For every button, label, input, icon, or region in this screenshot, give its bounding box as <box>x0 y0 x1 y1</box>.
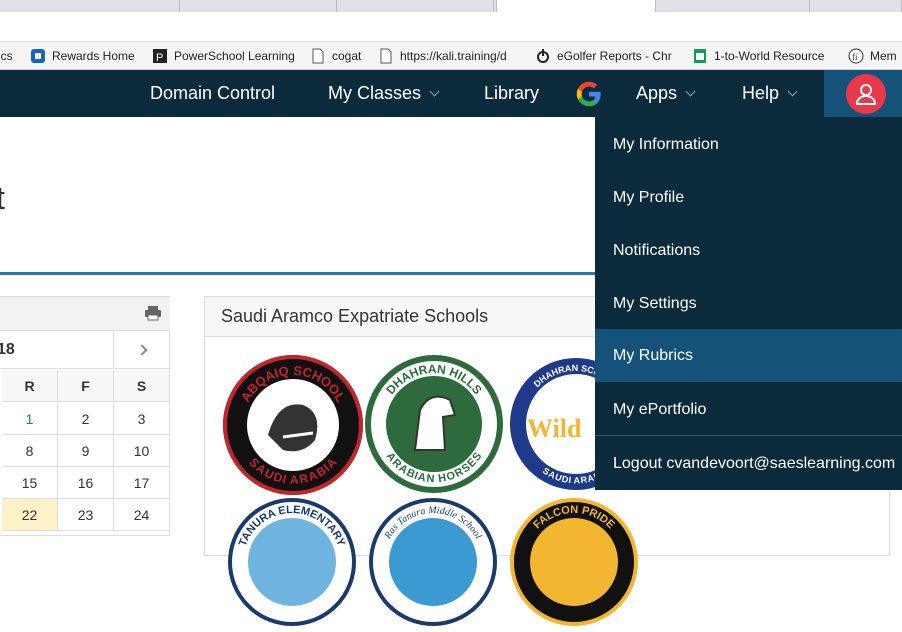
ras-tanura-middle-logo[interactable]: Ras Tanura Middle School <box>368 497 498 627</box>
svg-text:P: P <box>156 52 163 64</box>
calendar-day[interactable]: 16 <box>58 467 114 499</box>
bookmark-item[interactable]: P PowerSchool Learning <box>152 42 295 69</box>
dhahran-hills-logo[interactable]: DHAHRAN HILLS ARABIAN HORSES <box>365 355 503 493</box>
svg-text:fi: fi <box>852 52 858 62</box>
user-dropdown-menu: My Information My Profile Notifications … <box>595 117 902 490</box>
bookmark-item[interactable]: eGolfer Reports - Chr <box>535 42 672 69</box>
browser-tab-active[interactable] <box>496 0 656 12</box>
user-menu-button[interactable] <box>824 70 902 117</box>
divider <box>0 272 620 275</box>
bookmark-item[interactable]: https://kali.training/d <box>378 42 507 69</box>
browser-tab[interactable] <box>182 0 337 12</box>
top-navigation-bar: Domain Control My Classes Library Apps H… <box>0 70 902 117</box>
browser-tab[interactable] <box>658 0 810 12</box>
nav-label: My Classes <box>328 83 422 103</box>
menu-item-my-rubrics[interactable]: My Rubrics <box>595 329 902 382</box>
calendar-next-button[interactable] <box>113 331 170 369</box>
day-header: S <box>114 370 170 402</box>
calendar-day[interactable]: 3 <box>114 403 170 435</box>
calendar-day[interactable]: 24 <box>114 499 170 531</box>
bookmark-label: PowerSchool Learning <box>174 49 295 63</box>
menu-item-label: My ePortfolio <box>613 400 707 418</box>
powerschool-icon: P <box>152 48 168 64</box>
calendar-header <box>0 297 170 331</box>
nav-help[interactable]: Help <box>742 70 798 117</box>
nav-label: Library <box>484 83 540 103</box>
calendar-day[interactable]: 9 <box>58 435 114 467</box>
abqaiq-school-logo[interactable]: ABQAIQ SCHOOL SAUDI ARABIA <box>223 355 363 495</box>
menu-item-label: Logout cvandevoort@saeslearning.com <box>613 454 896 472</box>
bookmark-label: https://kali.training/d <box>400 49 507 63</box>
google-icon[interactable] <box>575 70 603 117</box>
page-icon <box>378 48 394 64</box>
browser-tab[interactable] <box>339 0 494 12</box>
calendar-month-label: 18 <box>0 341 15 358</box>
nav-apps[interactable]: Apps <box>636 70 696 117</box>
browser-tab[interactable] <box>812 0 902 12</box>
day-header: F <box>58 370 114 402</box>
bookmark-item[interactable]: 1-to-World Resource <box>692 42 825 69</box>
power-icon <box>535 48 551 64</box>
bookmark-label: 1-to-World Resource <box>714 49 825 63</box>
user-avatar-icon[interactable] <box>846 74 886 114</box>
calendar-day[interactable]: 1 <box>2 403 58 435</box>
meme-icon: fi <box>848 48 864 64</box>
print-icon[interactable] <box>144 305 162 326</box>
tanura-elementary-logo[interactable]: TANURA ELEMENTARY <box>227 497 357 627</box>
calendar-day[interactable]: 8 <box>2 435 58 467</box>
nav-library[interactable]: Library <box>484 70 539 117</box>
nav-label: Apps <box>636 83 678 103</box>
bookmark-item[interactable]: ics <box>0 42 13 69</box>
menu-item-label: My Profile <box>613 188 685 206</box>
menu-item-my-profile[interactable]: My Profile <box>595 171 902 224</box>
page-icon <box>310 48 326 64</box>
menu-item-label: My Settings <box>613 294 697 312</box>
calendar-month-bar: 18 <box>0 331 170 369</box>
falcon-pride-logo[interactable]: FALCON PRIDE <box>509 497 639 627</box>
menu-item-my-information[interactable]: My Information <box>595 118 902 171</box>
calendar-day[interactable]: 23 <box>58 499 114 531</box>
bookmark-label: eGolfer Reports - Chr <box>557 49 672 63</box>
menu-item-notifications[interactable]: Notifications <box>595 224 902 277</box>
browser-address-area[interactable] <box>0 12 902 42</box>
bookmark-label: cogat <box>332 49 362 63</box>
calendar-day[interactable]: 15 <box>2 467 58 499</box>
chevron-down-icon <box>787 86 798 96</box>
browser-tab-strip <box>0 0 902 12</box>
page-title: t <box>0 180 5 216</box>
rewards-icon <box>30 48 46 64</box>
nav-label: Domain Control <box>150 83 276 103</box>
bookmark-item[interactable]: Rewards Home <box>30 42 135 69</box>
bookmark-item[interactable]: cogat <box>310 42 362 69</box>
menu-item-logout[interactable]: Logout cvandevoort@saeslearning.com <box>595 437 902 490</box>
bookmark-item[interactable]: fi Mem <box>848 42 897 69</box>
calendar-day[interactable]: 10 <box>114 435 170 467</box>
nav-my-classes[interactable]: My Classes <box>328 70 440 117</box>
bookmarks-bar: ics Rewards Home P PowerSchool Learning … <box>0 42 902 70</box>
nav-label: Help <box>742 83 780 103</box>
menu-item-my-settings[interactable]: My Settings <box>595 277 902 330</box>
menu-item-label: Notifications <box>613 241 701 259</box>
calendar-day[interactable]: 2 <box>58 403 114 435</box>
nav-domain-control[interactable]: Domain Control <box>150 70 275 117</box>
chevron-down-icon <box>429 86 440 96</box>
sheets-icon <box>692 48 708 64</box>
bookmark-label: Mem <box>870 49 897 63</box>
day-header: R <box>2 370 58 402</box>
browser-tab[interactable] <box>20 0 180 12</box>
menu-item-label: My Information <box>613 135 719 153</box>
menu-item-label: My Rubrics <box>613 346 694 364</box>
bookmark-label: Rewards Home <box>52 49 135 63</box>
chevron-down-icon <box>685 86 696 96</box>
calendar-day-today[interactable]: 22 <box>2 499 58 531</box>
menu-divider <box>595 435 902 436</box>
svg-text:Wild: Wild <box>527 414 582 443</box>
calendar-day[interactable]: 17 <box>114 467 170 499</box>
bookmark-label: ics <box>0 49 13 63</box>
menu-item-my-eportfolio[interactable]: My ePortfolio <box>595 383 902 436</box>
calendar-widget: 18 R F S 1 2 3 8 9 10 15 16 17 22 23 24 <box>0 296 170 536</box>
chevron-right-icon <box>136 344 148 356</box>
